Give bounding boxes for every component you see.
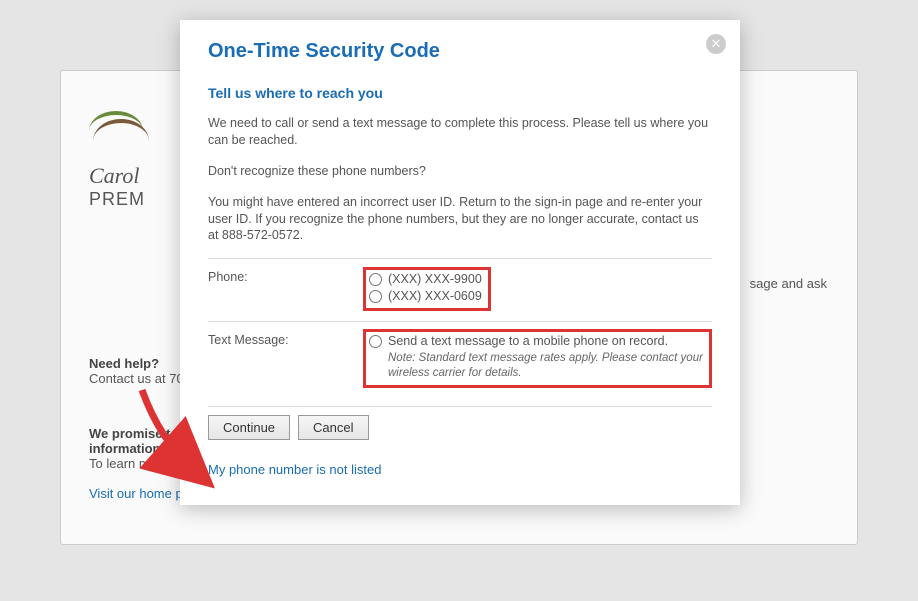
phone-option-0: (XXX) XXX-9900: [388, 272, 482, 286]
partial-message-text: sage and ask: [750, 276, 827, 291]
advice-text: You might have entered an incorrect user…: [208, 194, 712, 245]
text-label: Text Message:: [208, 330, 363, 347]
text-note: Note: Standard text message rates apply.…: [388, 351, 703, 381]
continue-button[interactable]: Continue: [208, 415, 290, 440]
phone-radio-1[interactable]: [369, 290, 382, 303]
divider: [208, 406, 712, 407]
phone-label: Phone:: [208, 267, 363, 284]
phone-row: Phone: (XXX) XXX-9900 (XXX) XXX-0609: [208, 267, 712, 311]
phone-radio-0[interactable]: [369, 273, 382, 286]
help-heading: Need help?: [89, 356, 159, 371]
cancel-button[interactable]: Cancel: [298, 415, 368, 440]
logo-text-1: Carol: [89, 163, 149, 189]
close-icon[interactable]: ✕: [706, 34, 726, 54]
not-listed-link[interactable]: My phone number is not listed: [208, 462, 381, 477]
divider: [208, 258, 712, 259]
text-radio[interactable]: [369, 335, 382, 348]
logo-text-2: PREM: [89, 189, 149, 210]
text-option: Send a text message to a mobile phone on…: [388, 334, 668, 348]
text-row: Text Message: Send a text message to a m…: [208, 330, 712, 388]
phone-option-1: (XXX) XXX-0609: [388, 289, 482, 303]
modal-subtitle: Tell us where to reach you: [208, 85, 712, 101]
logo-swoosh-icon: [89, 111, 149, 139]
divider: [208, 321, 712, 322]
privacy-line3: To learn more, ple: [89, 456, 193, 471]
modal-intro-text: We need to call or send a text message t…: [208, 115, 712, 149]
text-highlight-box: Send a text message to a mobile phone on…: [363, 329, 712, 388]
security-code-modal: ✕ One-Time Security Code Tell us where t…: [180, 20, 740, 505]
brand-logo: Carol PREM: [89, 111, 149, 210]
modal-title: One-Time Security Code: [208, 40, 712, 63]
unrecognized-text: Don't recognize these phone numbers?: [208, 163, 712, 180]
phone-highlight-box: (XXX) XXX-9900 (XXX) XXX-0609: [363, 267, 491, 311]
